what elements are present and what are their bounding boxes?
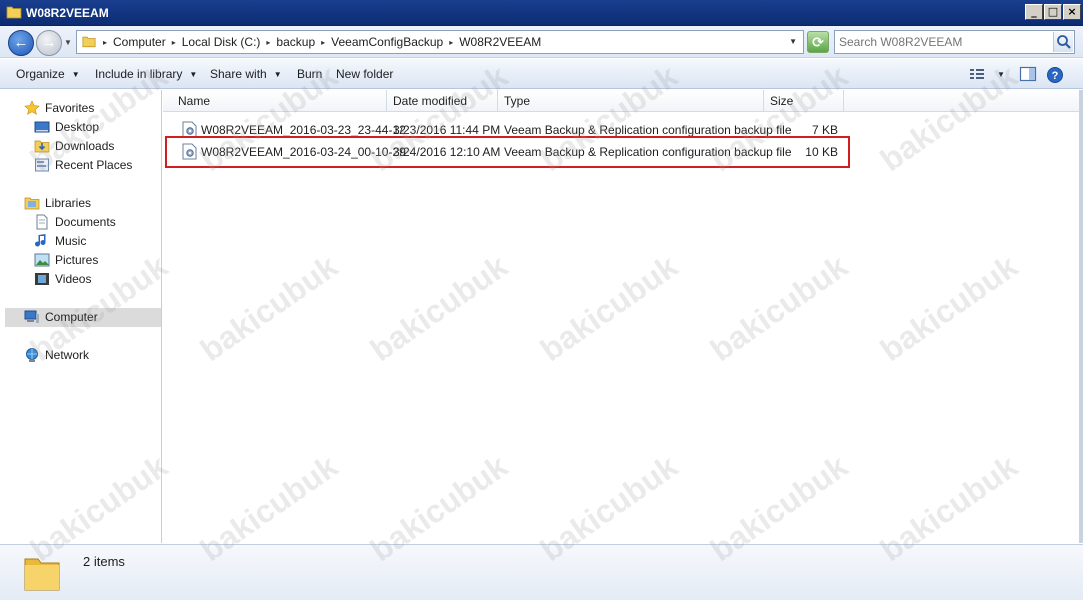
nav-pictures[interactable]: Pictures (34, 251, 98, 269)
column-date-modified[interactable]: Date modified (387, 90, 498, 112)
details-pane: 2 items (0, 544, 1083, 600)
network-icon (26, 348, 38, 362)
search-box[interactable] (834, 30, 1075, 54)
breadcrumb: ▸ Computer ▸ Local Disk (C:) ▸ backup ▸ … (103, 35, 547, 49)
svg-text:?: ? (1052, 70, 1059, 82)
crumb-computer[interactable]: Computer (113, 35, 166, 49)
nav-documents[interactable]: Documents (34, 213, 116, 231)
search-input[interactable] (839, 34, 1049, 50)
address-bar[interactable]: ▸ Computer ▸ Local Disk (C:) ▸ backup ▸ … (76, 30, 804, 54)
close-button[interactable]: × (1063, 4, 1081, 20)
view-options-dropdown[interactable]: ▼ (997, 70, 1005, 79)
chevron-down-icon: ▼ (71, 70, 80, 79)
include-in-library-menu[interactable]: Include in library ▼ (95, 67, 197, 81)
search-icon (1057, 35, 1071, 49)
downloads-folder-icon (34, 140, 50, 153)
column-name[interactable]: Name (172, 90, 387, 112)
new-folder-button[interactable]: New folder (336, 67, 393, 81)
nav-recent-places[interactable]: Recent Places (34, 156, 132, 174)
chevron-right-icon[interactable]: ▸ (449, 38, 453, 47)
nav-computer[interactable]: Computer (24, 308, 98, 326)
column-size[interactable]: Size (764, 90, 844, 112)
chevron-down-icon: ▼ (273, 70, 282, 79)
crumb-backup[interactable]: backup (276, 35, 315, 49)
file-date: 3/23/2016 11:44 PM (393, 123, 501, 137)
burn-button[interactable]: Burn (297, 67, 322, 81)
address-history-dropdown[interactable]: ▼ (789, 37, 797, 46)
chevron-right-icon[interactable]: ▸ (172, 38, 176, 47)
music-icon (35, 234, 46, 247)
computer-icon (24, 310, 39, 323)
recent-pages-dropdown[interactable]: ▼ (64, 38, 72, 47)
file-size: 7 KB (811, 123, 838, 137)
recent-places-icon (35, 158, 49, 172)
file-name: W08R2VEEAM_2016-03-23_23-44-12 (201, 123, 406, 137)
chevron-right-icon[interactable]: ▸ (266, 38, 270, 47)
chevron-down-icon: ▼ (189, 70, 198, 79)
share-with-menu[interactable]: Share with ▼ (210, 67, 282, 81)
videos-icon (35, 273, 49, 285)
folder-icon (82, 36, 96, 48)
folder-icon (6, 6, 22, 19)
libraries-icon (24, 197, 40, 210)
column-type[interactable]: Type (498, 90, 764, 112)
chevron-right-icon[interactable]: ▸ (103, 38, 107, 47)
maximize-button[interactable]: □ (1044, 4, 1062, 20)
desktop-icon (34, 121, 50, 133)
back-button[interactable]: ← (8, 30, 34, 56)
navigation-pane: Favorites Desktop Downloads Recent Place… (0, 90, 162, 543)
nav-network[interactable]: Network (24, 346, 89, 364)
command-bar: Organize ▼ Include in library ▼ Share with… (0, 59, 1083, 89)
forward-button[interactable]: → (36, 30, 62, 56)
chevron-right-icon[interactable]: ▸ (321, 38, 325, 47)
help-icon[interactable]: ? (1046, 66, 1064, 84)
nav-videos[interactable]: Videos (34, 270, 91, 288)
crumb-w08r2veeam[interactable]: W08R2VEEAM (459, 35, 541, 49)
item-count: 2 items (83, 554, 125, 569)
highlight-box (165, 136, 850, 168)
change-view-icon[interactable] (968, 66, 986, 82)
nav-desktop[interactable]: Desktop (34, 118, 99, 136)
crumb-veeamconfigbackup[interactable]: VeeamConfigBackup (331, 35, 443, 49)
nav-libraries[interactable]: Libraries (24, 194, 91, 212)
window-title: W08R2VEEAM (26, 6, 109, 20)
search-button[interactable] (1053, 32, 1073, 52)
documents-icon (36, 214, 48, 230)
star-icon (24, 100, 40, 115)
refresh-button[interactable]: ⟳ (807, 31, 829, 53)
nav-downloads[interactable]: Downloads (34, 137, 114, 155)
title-bar: W08R2VEEAM _ □ × (0, 0, 1083, 26)
pictures-icon (34, 253, 50, 267)
column-header: Name Date modified Type Size (163, 90, 1080, 112)
folder-icon (24, 558, 60, 591)
nav-favorites[interactable]: Favorites (24, 99, 94, 117)
address-row: ← → ▼ ▸ Computer ▸ Local Disk (C:) ▸ bac… (0, 26, 1083, 58)
scrollbar[interactable] (1079, 90, 1083, 543)
file-type: Veeam Backup & Replication configuration… (504, 123, 792, 137)
organize-menu[interactable]: Organize ▼ (16, 67, 80, 81)
crumb-local-disk[interactable]: Local Disk (C:) (182, 35, 261, 49)
preview-pane-icon[interactable] (1019, 66, 1037, 82)
minimize-button[interactable]: _ (1025, 4, 1043, 20)
nav-music[interactable]: Music (34, 232, 86, 250)
